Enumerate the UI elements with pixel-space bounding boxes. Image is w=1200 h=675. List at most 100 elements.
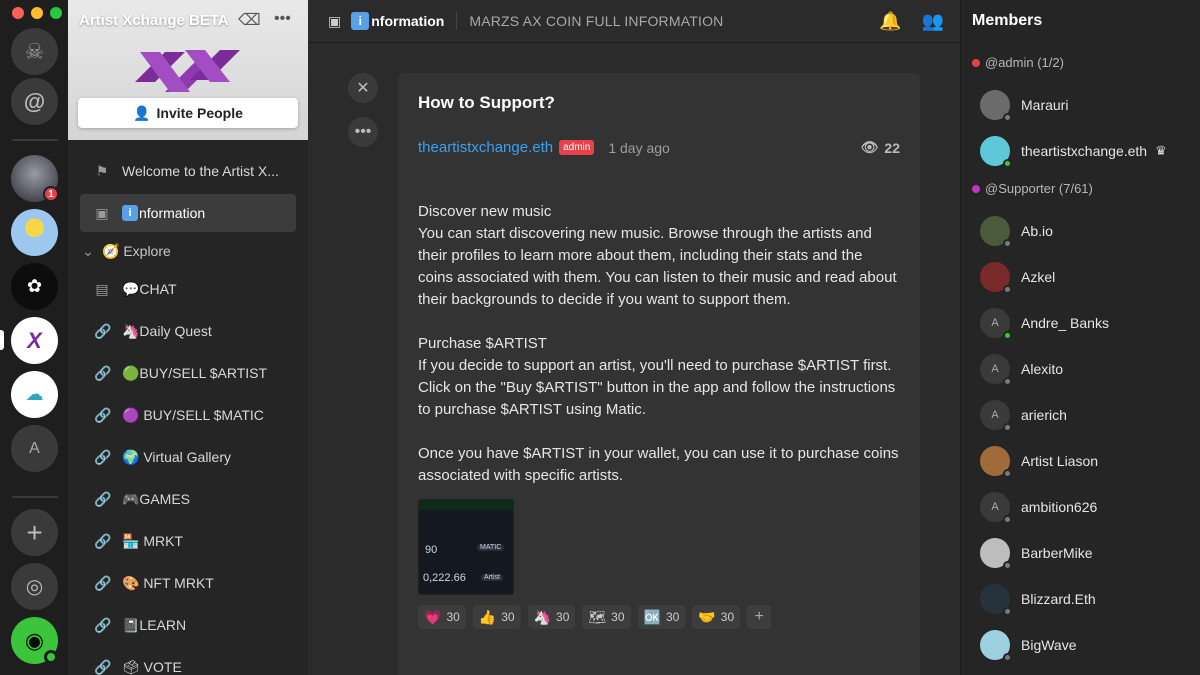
- server-owner-crown-icon: ♛: [1155, 143, 1167, 158]
- channel-item[interactable]: 🔗 📓LEARN: [80, 606, 296, 644]
- link-channel-icon: 🔗: [94, 448, 112, 465]
- reaction-button[interactable]: 🦄 30: [527, 605, 576, 629]
- link-channel-icon: 🔗: [94, 616, 112, 633]
- member-item[interactable]: theartistxchange.eth ♛: [980, 135, 1167, 168]
- post-title: How to Support?: [418, 93, 555, 112]
- member-list-toggle-icon[interactable]: 👥: [922, 11, 944, 32]
- maximize-window-button[interactable]: [50, 7, 62, 19]
- member-item[interactable]: Ab.io: [980, 215, 1053, 248]
- member-avatar: [980, 262, 1012, 294]
- close-post-button[interactable]: ✕: [348, 73, 378, 103]
- reaction-count: 30: [611, 610, 625, 624]
- channel-item[interactable]: 🔗 🟢BUY/SELL $ARTIST: [80, 354, 296, 392]
- reaction-button[interactable]: 💗 30: [418, 605, 466, 629]
- offline-status-indicator: [1003, 515, 1012, 524]
- link-channel-icon: 🔗: [94, 574, 112, 591]
- eraser-icon[interactable]: ⌫: [238, 10, 261, 30]
- post-author[interactable]: theartistxchange.eth: [418, 139, 553, 156]
- member-name: arierich: [1021, 407, 1067, 423]
- channel-label: 💬CHAT: [122, 280, 177, 297]
- reaction-button[interactable]: 🆗 30: [637, 605, 686, 629]
- member-item[interactable]: Marauri: [980, 89, 1069, 122]
- channel-label: 🌍 Virtual Gallery: [122, 448, 231, 465]
- member-section-header: @admin (1/2): [972, 55, 1064, 70]
- chat-channel-icon: ▤: [95, 280, 109, 297]
- member-name: BarberMike: [1021, 545, 1093, 561]
- reaction-emoji-icon: 🆗: [643, 608, 661, 625]
- member-item[interactable]: BigWave: [980, 629, 1077, 662]
- channel-item[interactable]: 🔗 🟣 BUY/SELL $MATIC: [80, 396, 296, 434]
- member-item[interactable]: Azkel: [980, 261, 1055, 294]
- member-item[interactable]: Aambition626: [980, 491, 1097, 524]
- server-rail: ☠ @ 1 ✿ X ☁ A + ◎ ◉: [0, 0, 68, 675]
- add-server-icon[interactable]: +: [11, 509, 58, 556]
- channel-label: 🏪 MRKT: [122, 532, 183, 549]
- avatar-letter: A: [991, 317, 999, 329]
- channel-item[interactable]: ▣ i nformation: [80, 194, 296, 232]
- server-name[interactable]: Artist Xchange BETA: [79, 12, 229, 29]
- member-item[interactable]: Aarierich: [980, 399, 1067, 432]
- member-name: Marauri: [1021, 97, 1069, 113]
- member-section-label: @admin (1/2): [985, 55, 1064, 70]
- channel-list: ⚑ Welcome to the Artist X... ▣ i nformation ⌄…: [68, 152, 308, 675]
- server-icon-3[interactable]: ✿: [11, 263, 58, 310]
- member-item[interactable]: BarberMike: [980, 537, 1093, 570]
- reaction-button[interactable]: 🤝 30: [692, 605, 741, 629]
- member-name: Artist Liason: [1021, 453, 1099, 469]
- member-name: Alexito: [1021, 361, 1064, 377]
- post-more-options-button[interactable]: •••: [348, 117, 378, 147]
- reaction-emoji-icon: 🗺: [588, 608, 607, 625]
- invite-people-button[interactable]: 👤 Invite People: [78, 98, 298, 128]
- online-status-indicator: [1003, 159, 1012, 168]
- reaction-button[interactable]: 🗺 30: [582, 605, 631, 629]
- artist-xchange-logo: [135, 50, 240, 92]
- artist-xchange-server-icon[interactable]: X: [11, 317, 58, 364]
- invite-people-label: Invite People: [156, 105, 243, 121]
- mentions-icon[interactable]: @: [11, 78, 58, 125]
- post-paragraph: Once you have $ARTIST in your wallet, yo…: [418, 443, 900, 487]
- server-icon-2[interactable]: [11, 209, 58, 256]
- forum-channel-icon: ▣: [328, 12, 342, 29]
- explore-servers-icon[interactable]: ◎: [11, 563, 58, 610]
- add-reaction-button[interactable]: +: [747, 605, 772, 629]
- post-meta: theartistxchange.eth admin 1 day ago 👁 2…: [418, 139, 900, 156]
- channel-item[interactable]: 🔗 🏪 MRKT: [80, 522, 296, 560]
- channel-item[interactable]: ▤ 💬CHAT: [80, 270, 296, 308]
- close-window-button[interactable]: [12, 7, 24, 19]
- attachment-thumbnail[interactable]: 90 MATIC 0,222.66 Artist: [418, 499, 514, 595]
- member-item[interactable]: Artist Liason: [980, 445, 1099, 478]
- link-channel-icon: 🔗: [94, 490, 112, 507]
- reaction-count: 30: [446, 610, 460, 624]
- reaction-button[interactable]: 👍 30: [472, 605, 521, 629]
- reaction-emoji-icon: 🦄: [533, 608, 552, 625]
- selected-server-indicator: [0, 330, 4, 350]
- channel-item[interactable]: 🔗 🎮GAMES: [80, 480, 296, 518]
- channel-item[interactable]: ⚑ Welcome to the Artist X...: [80, 152, 296, 190]
- member-avatar: [980, 584, 1012, 616]
- member-item[interactable]: A Alexito: [980, 353, 1064, 386]
- header-divider: [456, 12, 458, 30]
- channel-item[interactable]: 🔗 🌍 Virtual Gallery: [80, 438, 296, 476]
- minimize-window-button[interactable]: [31, 7, 43, 19]
- member-avatar: [980, 446, 1012, 478]
- avatar-letter: A: [991, 409, 999, 421]
- channel-item[interactable]: 🔗 🎨 NFT MRKT: [80, 564, 296, 602]
- category-explore[interactable]: ⌄ 🧭 Explore: [80, 236, 296, 266]
- member-item[interactable]: A Andre_ Banks: [980, 307, 1109, 340]
- channel-label: 📓LEARN: [122, 616, 187, 633]
- link-channel-icon: 🔗: [94, 532, 112, 549]
- channel-label: 🎮GAMES: [122, 490, 190, 507]
- more-options-icon[interactable]: •••: [274, 10, 291, 28]
- rail-divider: [12, 496, 58, 498]
- notifications-bell-icon[interactable]: 🔔: [879, 11, 901, 32]
- reaction-emoji-icon: 👍: [478, 608, 497, 625]
- avatar-letter: A: [991, 501, 999, 513]
- channel-item[interactable]: 🔗 🦄Daily Quest: [80, 312, 296, 350]
- thumb-amount: 90: [425, 544, 438, 556]
- channel-item[interactable]: 🔗 🗳 VOTE: [80, 648, 296, 675]
- post-body: Discover new music You can start discover…: [418, 201, 900, 487]
- member-item[interactable]: Blizzard.Eth: [980, 583, 1096, 616]
- server-icon-a[interactable]: A: [11, 425, 58, 472]
- home-server-icon[interactable]: ☠: [11, 28, 58, 75]
- server-icon-5[interactable]: ☁: [11, 371, 58, 418]
